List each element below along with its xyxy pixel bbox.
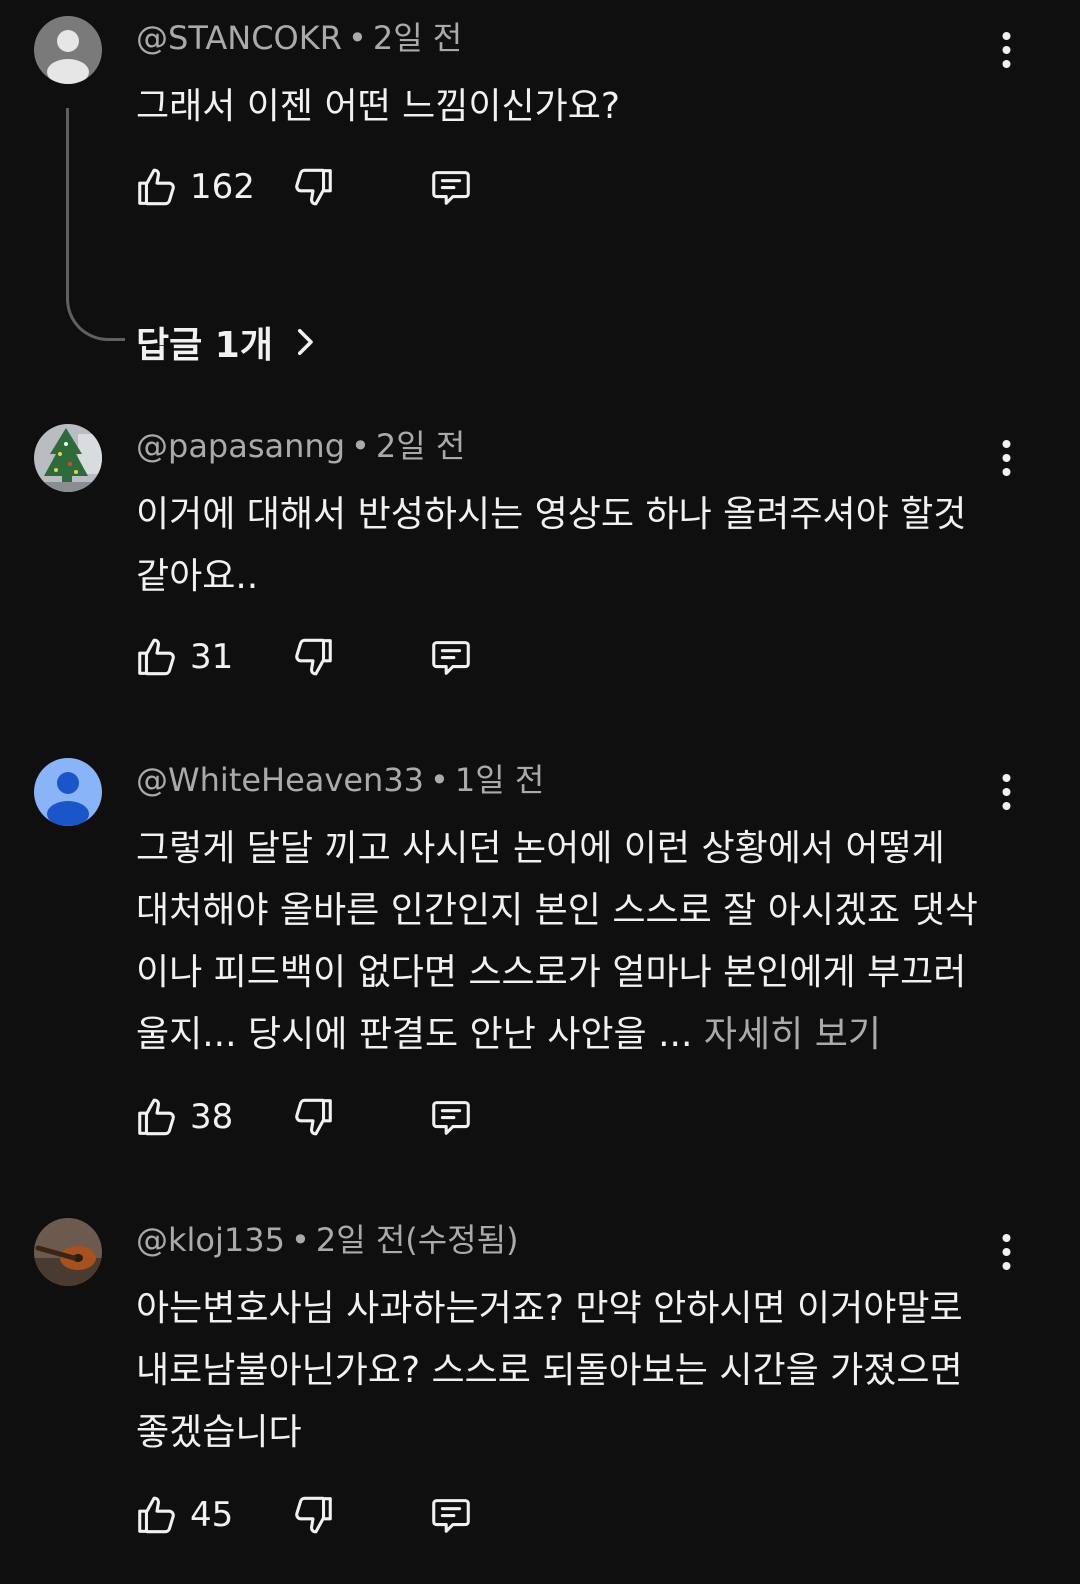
avatar[interactable] (34, 758, 102, 826)
default-blue-avatar-icon (34, 758, 102, 826)
comment-actions: 162 (134, 164, 634, 214)
reply-icon (428, 164, 474, 210)
comment-time: 2일 전 (375, 427, 466, 465)
thumbs-down-icon (290, 1094, 336, 1140)
view-replies-button[interactable]: 답글 1개 (136, 316, 323, 368)
comment-text: 이거에 대해서 반성하시는 영상도 하나 올려주셔야 할것 같아요.. (136, 494, 967, 597)
comment-author[interactable]: @STANCOKR (136, 19, 342, 57)
more-options-button[interactable] (986, 26, 1026, 74)
dislike-button[interactable] (290, 634, 336, 680)
dislike-button[interactable] (290, 1094, 336, 1140)
read-more-link[interactable]: 자세히 보기 (704, 1014, 881, 1055)
separator-dot: • (351, 427, 370, 465)
more-vert-icon (1002, 772, 1011, 812)
avatar[interactable] (34, 16, 102, 84)
like-button[interactable]: 31 (134, 634, 233, 680)
thread-line (66, 108, 125, 341)
dislike-button[interactable] (290, 1492, 336, 1538)
more-vert-icon (1002, 30, 1011, 70)
more-options-button[interactable] (986, 768, 1026, 816)
comment-text: 그래서 이젠 어떤 느낌이신가요? (136, 86, 620, 127)
reply-button[interactable] (428, 164, 474, 210)
more-options-button[interactable] (986, 1228, 1026, 1276)
comment-time: 2일 전 (372, 19, 463, 57)
thumbs-up-icon (134, 164, 180, 210)
christmas-tree-avatar-icon (34, 424, 102, 492)
comment-actions: 45 (134, 1492, 634, 1542)
chevron-right-icon (297, 328, 313, 356)
separator-dot: • (347, 19, 367, 57)
default-gray-avatar-icon (34, 16, 102, 84)
separator-dot: • (290, 1221, 310, 1259)
avatar[interactable] (34, 424, 102, 492)
thumbs-up-icon (134, 1094, 180, 1140)
thumbs-down-icon (290, 164, 336, 210)
separator-dot: • (430, 761, 449, 799)
reply-icon (428, 634, 474, 680)
thumbs-down-icon (290, 1492, 336, 1538)
comment-time: 1일 전 (454, 761, 545, 799)
comment-actions: 38 (134, 1094, 634, 1144)
reply-button[interactable] (428, 1094, 474, 1140)
like-count: 162 (190, 167, 255, 207)
comment-meta: @papasanng • 2일 전 (136, 426, 465, 466)
comment-text: 아는변호사님 사과하는거죠? 만약 안하시면 이거야말로 내로남불아닌가요? 스… (136, 1288, 963, 1453)
comment-meta: @STANCOKR • 2일 전 (136, 18, 462, 58)
more-options-button[interactable] (986, 434, 1026, 482)
reply-button[interactable] (428, 634, 474, 680)
like-button[interactable]: 38 (134, 1094, 233, 1140)
comment-actions: 31 (134, 634, 634, 684)
comment-time: 2일 전(수정됨) (315, 1221, 519, 1259)
reply-button[interactable] (428, 1492, 474, 1538)
like-button[interactable]: 162 (134, 164, 255, 210)
dislike-button[interactable] (290, 164, 336, 210)
thumbs-down-icon (290, 634, 336, 680)
reply-icon (428, 1094, 474, 1140)
reply-icon (428, 1492, 474, 1538)
guitar-photo-avatar-icon (34, 1218, 102, 1286)
like-count: 38 (190, 1097, 234, 1137)
like-count: 45 (190, 1495, 234, 1535)
comment-meta: @kloj135 • 2일 전(수정됨) (136, 1220, 519, 1260)
replies-label: 답글 1개 (136, 325, 273, 366)
thumbs-up-icon (134, 634, 180, 680)
like-count: 31 (190, 637, 234, 677)
comment-author[interactable]: @WhiteHeaven33 (136, 761, 424, 799)
more-vert-icon (1002, 438, 1011, 478)
comment-text: 그렇게 달달 끼고 사시던 논어에 이런 상황에서 어떻게 대처해야 올바른 인… (136, 818, 986, 1066)
avatar[interactable] (34, 1218, 102, 1286)
comment-author[interactable]: @papasanng (136, 427, 345, 465)
thumbs-up-icon (134, 1492, 180, 1538)
more-vert-icon (1002, 1232, 1011, 1272)
like-button[interactable]: 45 (134, 1492, 233, 1538)
comment-meta: @WhiteHeaven33 • 1일 전 (136, 760, 544, 800)
comment-author[interactable]: @kloj135 (136, 1221, 285, 1259)
